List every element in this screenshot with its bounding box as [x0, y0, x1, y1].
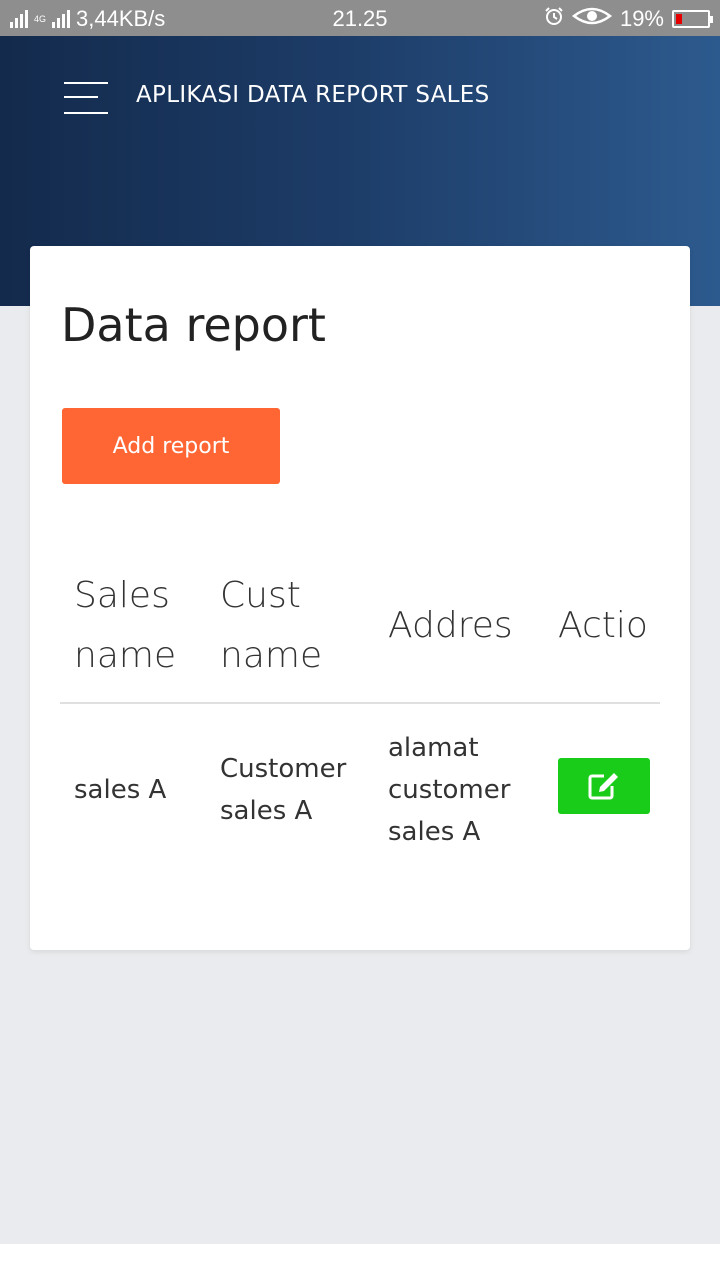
edit-icon — [588, 773, 618, 800]
no-sim-signal-icon — [10, 10, 28, 28]
column-header-cust-name: Cust name — [220, 575, 323, 676]
column-header-address: Addres — [388, 605, 513, 646]
table-row: sales A Customer sales A alamat customer… — [30, 704, 690, 874]
data-report-card: Data report Add report Sales name Cust n… — [30, 246, 690, 950]
add-report-button[interactable]: Add report — [62, 408, 280, 484]
cell-cust-name: Customer sales A — [220, 754, 347, 826]
status-bar-right: 19% — [544, 6, 713, 32]
edit-button[interactable] — [558, 758, 650, 814]
signal-strength-icon — [52, 10, 71, 28]
cell-address: alamat customer sales A — [388, 733, 511, 847]
status-bar-left: 4G 3,44KB/s — [10, 6, 165, 32]
navigation-bar-area — [0, 1244, 720, 1280]
network-speed: 3,44KB/s — [76, 6, 166, 31]
alarm-icon — [544, 6, 564, 32]
status-bar: 4G 3,44KB/s 21.25 19% — [0, 0, 720, 36]
app-screen: 4G 3,44KB/s 21.25 19% APLIKASI DATA REPO… — [0, 0, 720, 1280]
page-title: Data report — [61, 298, 326, 352]
eye-comfort-icon — [571, 6, 612, 32]
hamburger-menu-icon[interactable] — [62, 80, 110, 116]
table-header: Sales name Cust name Addres Actio — [30, 556, 690, 702]
cell-sales-name: sales A — [74, 775, 167, 805]
battery-icon — [672, 10, 713, 28]
column-header-sales-name: Sales name — [74, 575, 177, 676]
network-type-label: 4G — [34, 13, 47, 24]
battery-percent: 19% — [619, 6, 664, 31]
app-title: APLIKASI DATA REPORT SALES — [136, 82, 490, 108]
column-header-action: Actio — [558, 605, 648, 646]
